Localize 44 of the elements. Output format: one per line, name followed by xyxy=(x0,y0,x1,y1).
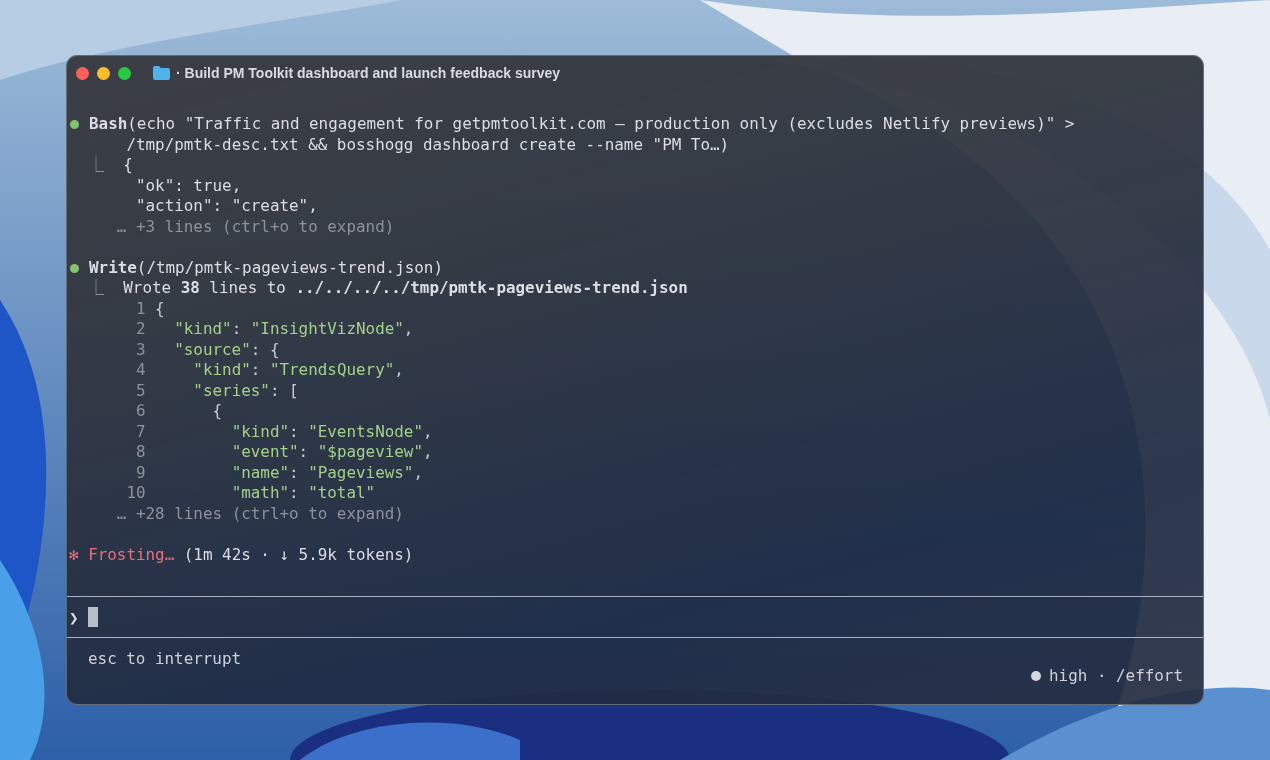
code-line: "kind": "EventsNode", xyxy=(230,421,433,442)
minimize-button[interactable] xyxy=(97,66,110,80)
command-line: Write(/tmp/pmtk-pageviews-trend.json) xyxy=(89,257,443,278)
code-line: "event": "$pageview", xyxy=(230,442,433,463)
spinner-icon: ✻ xyxy=(69,544,89,565)
code-line: "kind": "TrendsQuery", xyxy=(192,360,404,381)
code-line: "kind": "InsightVizNode", xyxy=(173,319,414,340)
interrupt-hint: esc to interrupt xyxy=(88,648,242,670)
line-number: 5 xyxy=(134,380,146,401)
zoom-button[interactable] xyxy=(118,66,131,80)
line-number: 9 xyxy=(134,462,146,483)
effort-level[interactable]: high · /effort xyxy=(1049,665,1183,687)
line-number: 6 xyxy=(134,401,146,422)
code-line: "name": "Pageviews", xyxy=(230,462,423,483)
collapsed-lines-note[interactable]: … +3 lines (ctrl+o to expand) xyxy=(116,216,395,237)
command-line: /tmp/pmtk-desc.txt && bosshogg dashboard create --name "PM To…) xyxy=(126,134,730,155)
close-button[interactable] xyxy=(76,66,89,80)
effort-dot-icon xyxy=(1031,671,1042,681)
code-line: "source": { xyxy=(173,339,280,360)
result-marker: ⎿ xyxy=(88,155,105,176)
window-title: · Build PM Toolkit dashboard and launch feedback survey xyxy=(176,65,561,81)
line-number: 3 xyxy=(134,339,146,360)
code-line: { xyxy=(211,401,223,422)
code-line: "math": "total" xyxy=(230,483,376,504)
line-number: 2 xyxy=(134,319,146,340)
output-line: { xyxy=(123,155,133,176)
line-number: 10 xyxy=(125,483,146,504)
line-number: 8 xyxy=(134,442,146,463)
output-line: Wrote 38 lines to ../../../../tmp/pmtk-pageviews-trend.json xyxy=(123,278,688,299)
line-number: 1 xyxy=(134,298,146,319)
prompt-symbol: ❯ xyxy=(69,607,79,627)
status-verb: Frosting… xyxy=(88,544,175,565)
output-line: "ok": true, xyxy=(134,175,242,196)
line-number: 4 xyxy=(134,360,146,381)
code-line: { xyxy=(155,298,165,319)
text-cursor xyxy=(87,607,98,627)
status-detail: (1m 42s · ↓ 5.9k tokens) xyxy=(183,544,414,565)
folder-icon xyxy=(153,66,170,80)
collapsed-lines-note[interactable]: … +28 lines (ctrl+o to expand) xyxy=(116,503,404,524)
command-line: Bash(echo "Traffic and engagement for getpmtoolkit.com — production only (excludes Netlify previews)" > xyxy=(89,114,1075,135)
result-marker: ⎿ xyxy=(88,278,105,299)
output-line: "action": "create", xyxy=(134,196,318,217)
line-number: 7 xyxy=(134,421,146,442)
code-line: "series": [ xyxy=(192,380,299,401)
